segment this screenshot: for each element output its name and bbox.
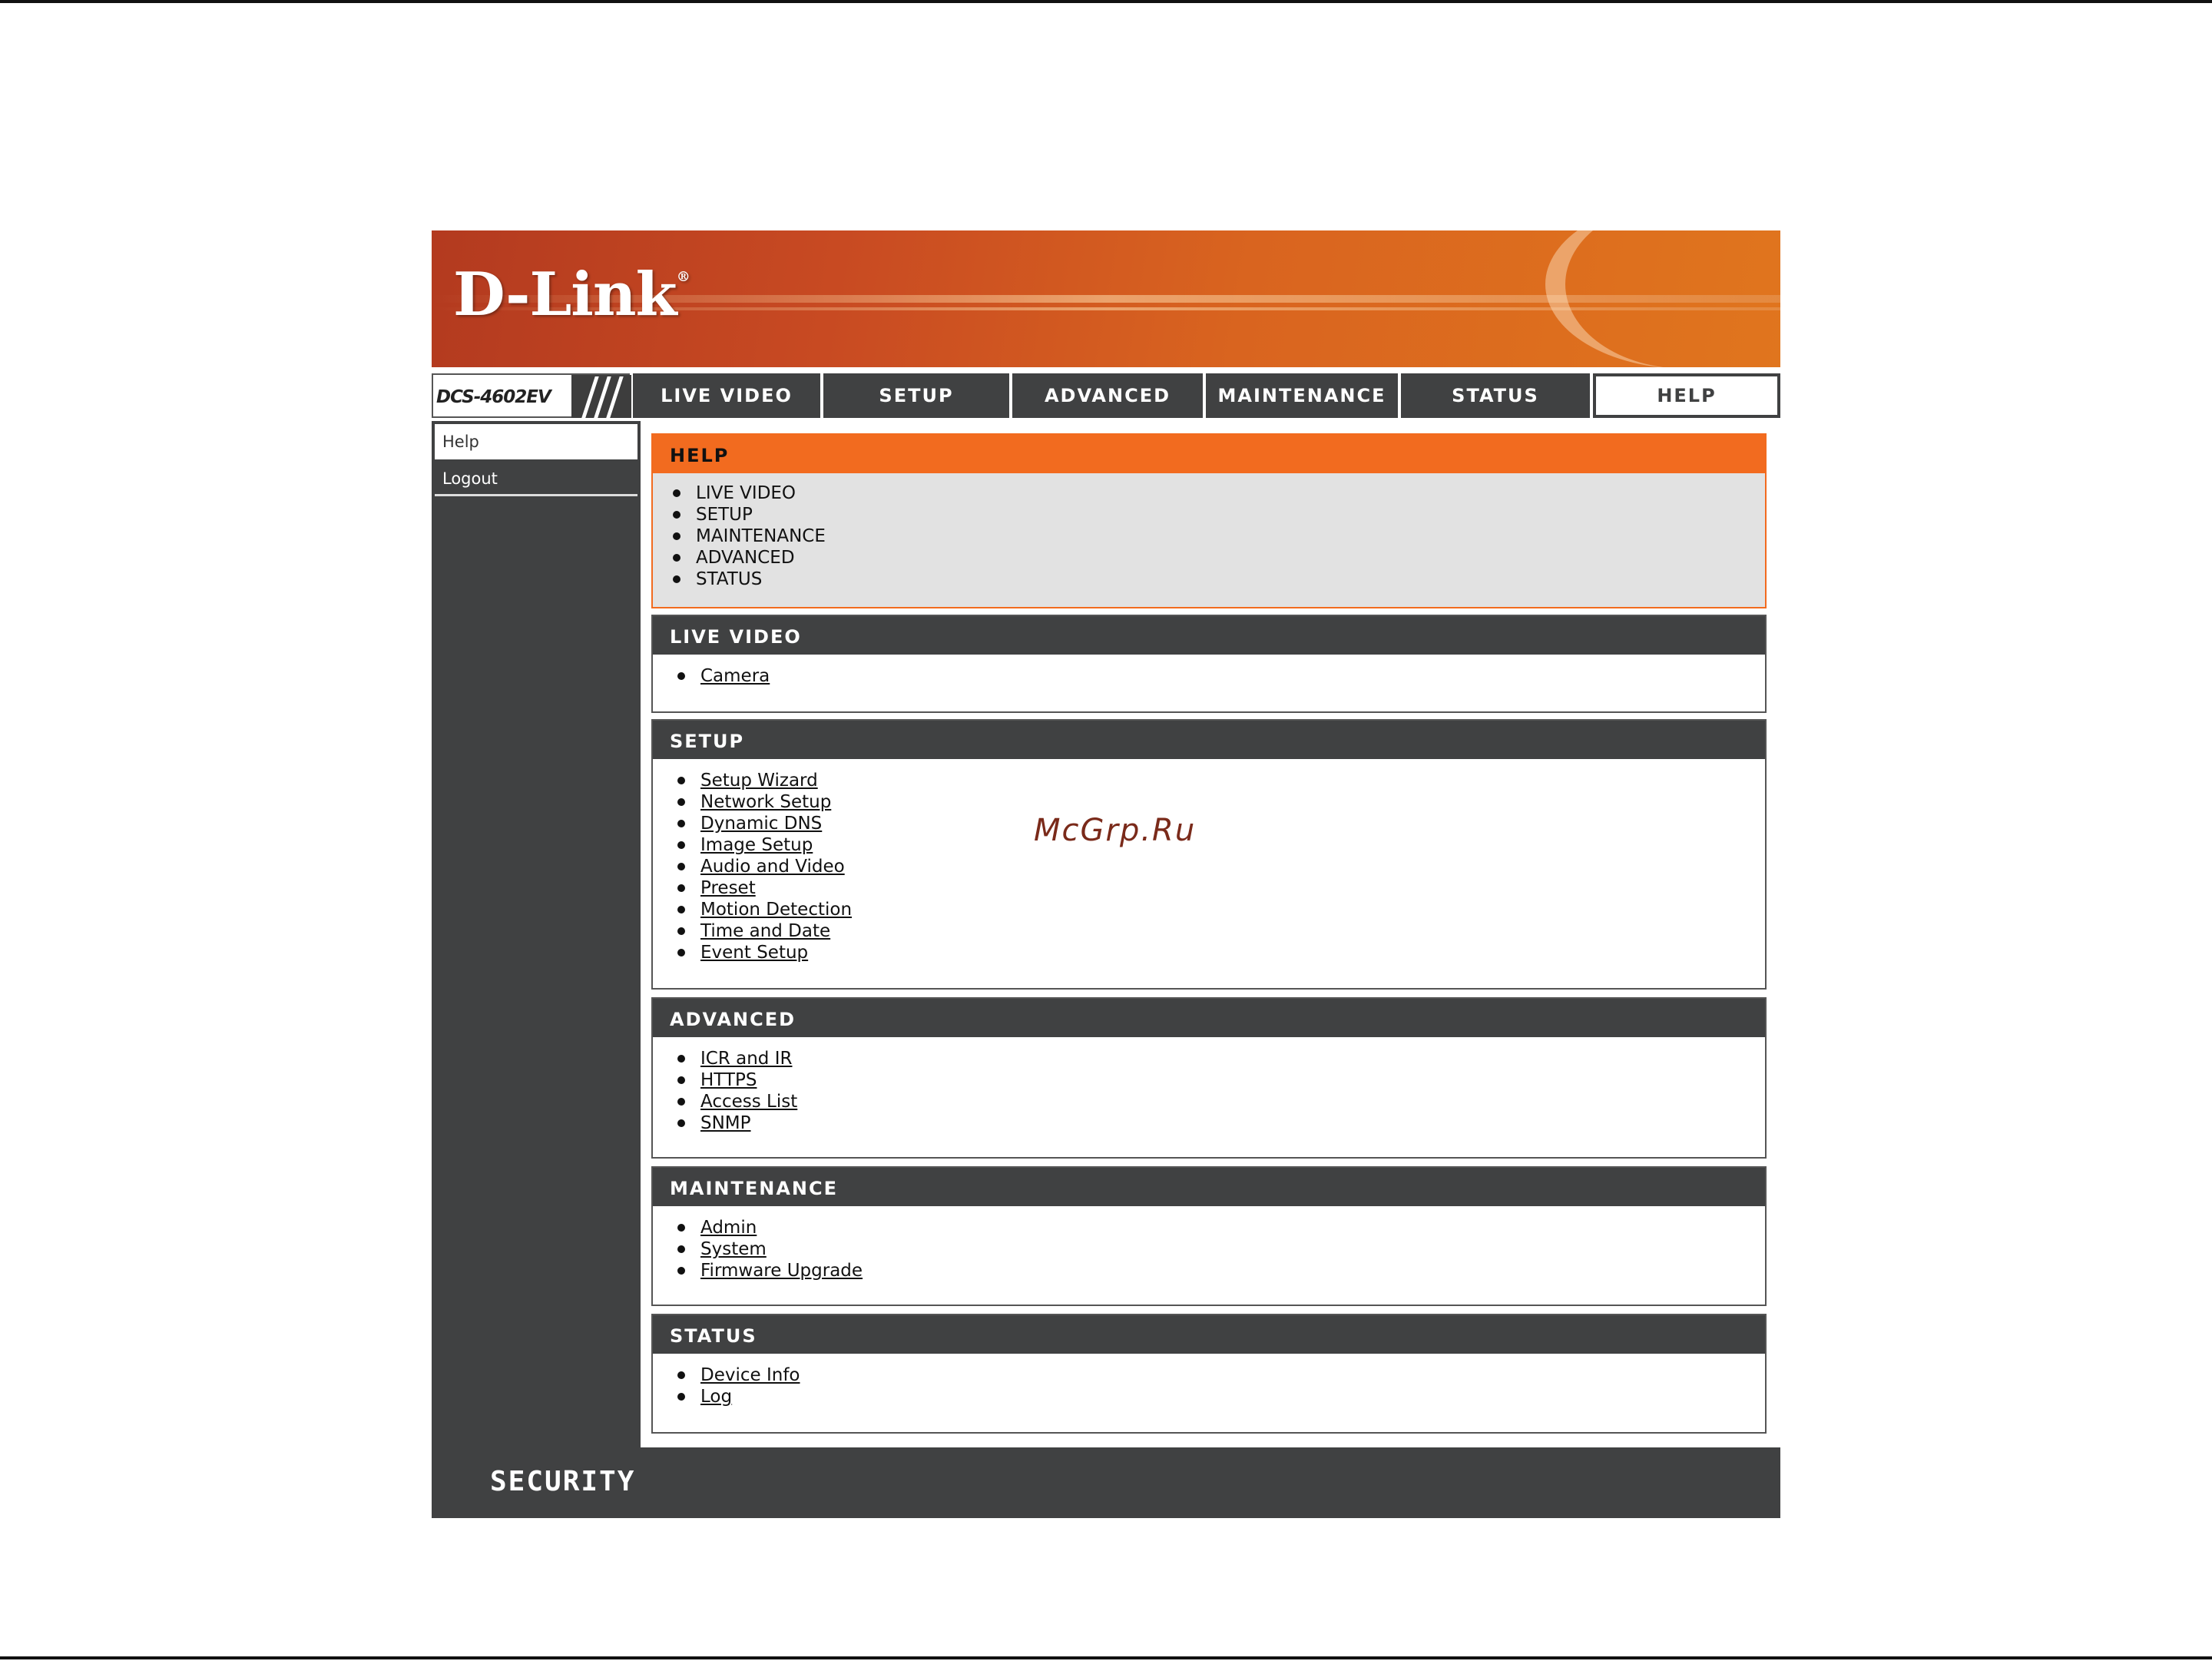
help-link[interactable]: Firmware Upgrade [677,1260,1765,1281]
tab-help[interactable]: HELP [1593,373,1780,418]
header-banner: D-Link® [432,230,1780,367]
setup-section: SETUP Setup Wizard Network Setup Dynamic… [651,719,1767,990]
tab-maintenance[interactable]: MAINTENANCE [1206,373,1398,418]
section-title: SETUP [653,721,1765,759]
link-list: Camera [653,655,1765,687]
tab-advanced[interactable]: ADVANCED [1012,373,1203,418]
section-title: LIVE VIDEO [653,616,1765,655]
tab-setup[interactable]: SETUP [823,373,1009,418]
help-link[interactable]: Motion Detection [677,899,1765,920]
help-link[interactable]: System [677,1238,1765,1260]
model-label: DCS-4602EV [432,373,631,418]
help-link[interactable]: Device Info [677,1364,1765,1386]
list-item: STATUS [673,569,1765,590]
maintenance-section: MAINTENANCE Admin System Firmware Upgrad… [651,1166,1767,1306]
sidebar-item-logout[interactable]: Logout [435,461,637,496]
section-title: ADVANCED [653,999,1765,1037]
link-list: ICR and IR HTTPS Access List SNMP [653,1037,1765,1134]
top-nav: DCS-4602EV LIVE VIDEO SETUP ADVANCED MAI… [432,373,1780,418]
help-link[interactable]: Setup Wizard [677,770,1765,791]
advanced-section: ADVANCED ICR and IR HTTPS Access List SN… [651,997,1767,1159]
list-item: SETUP [673,504,1765,525]
security-label: SECURITY [490,1466,636,1497]
section-title: HELP [653,435,1765,473]
help-link[interactable]: Camera [677,665,1765,687]
dlink-logo: D-Link® [453,260,690,330]
help-link[interactable]: Audio and Video [677,856,1765,877]
link-list: Admin System Firmware Upgrade [653,1206,1765,1281]
bottom-rule [0,1656,2212,1659]
help-link[interactable]: Log [677,1386,1765,1407]
section-title: STATUS [653,1315,1765,1354]
help-link[interactable]: ICR and IR [677,1048,1765,1069]
help-link[interactable]: Access List [677,1091,1765,1112]
main-content: HELP LIVE VIDEO SETUP MAINTENANCE ADVANC… [641,421,1780,1447]
help-link[interactable]: Event Setup [677,942,1765,963]
list-item: MAINTENANCE [673,525,1765,547]
list-item: LIVE VIDEO [673,482,1765,504]
help-link[interactable]: Image Setup [677,834,1765,856]
model-name: DCS-4602EV [436,387,551,407]
help-link[interactable]: HTTPS [677,1069,1765,1091]
help-link[interactable]: Network Setup [677,791,1765,813]
help-link[interactable]: Admin [677,1217,1765,1238]
link-list: Setup Wizard Network Setup Dynamic DNS I… [653,759,1765,963]
link-list: Device Info Log [653,1354,1765,1407]
help-link[interactable]: Dynamic DNS [677,813,1765,834]
sidebar-item-help[interactable]: Help [435,424,637,459]
list-item: ADVANCED [673,547,1765,569]
tab-live-video[interactable]: LIVE VIDEO [633,373,820,418]
sidebar: Help Logout [432,421,641,1447]
footer-bar: SECURITY [432,1447,1780,1518]
top-rule [0,0,2212,3]
watermark-text: McGrp.Ru [1034,813,1197,848]
section-title: MAINTENANCE [653,1168,1765,1206]
help-section: HELP LIVE VIDEO SETUP MAINTENANCE ADVANC… [651,433,1767,608]
help-link[interactable]: Preset [677,877,1765,899]
camera-web-ui: D-Link® DCS-4602EV LIVE VIDEO SETUP ADVA… [432,230,1780,1518]
slash-decoration [571,375,631,418]
status-section: STATUS Device Info Log [651,1314,1767,1434]
tab-status[interactable]: STATUS [1401,373,1590,418]
help-link[interactable]: SNMP [677,1112,1765,1134]
live-video-section: LIVE VIDEO Camera [651,615,1767,713]
help-link[interactable]: Time and Date [677,920,1765,942]
help-topic-list: LIVE VIDEO SETUP MAINTENANCE ADVANCED ST… [653,473,1765,590]
